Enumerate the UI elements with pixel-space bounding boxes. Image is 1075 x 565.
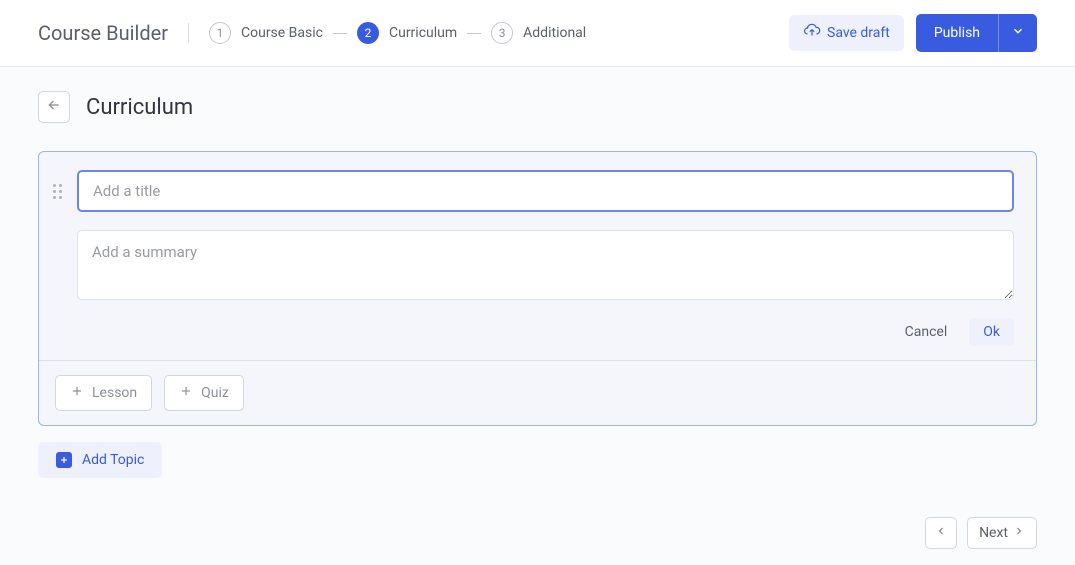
chevron-right-icon [1013, 525, 1025, 541]
step-number: 1 [209, 22, 231, 44]
chevron-left-icon [935, 525, 947, 541]
publish-button[interactable]: Publish [916, 14, 998, 52]
save-draft-button[interactable]: Save draft [789, 15, 904, 51]
add-topic-label: Add Topic [82, 452, 144, 468]
title-row [53, 170, 1014, 212]
step-curriculum[interactable]: 2 Curriculum [357, 22, 457, 44]
plus-icon [70, 384, 84, 402]
plus-icon [179, 384, 193, 402]
header-left: Course Builder 1 Course Basic 2 Curricul… [38, 21, 586, 45]
ok-button[interactable]: Ok [969, 318, 1014, 346]
step-label: Additional [523, 25, 586, 41]
prev-button[interactable] [925, 517, 957, 549]
publish-dropdown-button[interactable] [998, 14, 1037, 52]
topic-edit-section: Cancel Ok [39, 152, 1036, 360]
header: Course Builder 1 Course Basic 2 Curricul… [0, 0, 1075, 67]
save-draft-label: Save draft [827, 25, 890, 41]
topic-summary-textarea[interactable] [77, 230, 1014, 300]
step-course-basic[interactable]: 1 Course Basic [209, 22, 323, 44]
arrow-left-icon [46, 97, 62, 117]
app-title: Course Builder [38, 21, 168, 45]
step-label: Curriculum [389, 25, 457, 41]
page-title: Curriculum [86, 95, 193, 120]
drag-handle-icon[interactable] [53, 180, 67, 202]
page-header: Curriculum [38, 91, 1037, 123]
topic-actions: Lesson Quiz [39, 360, 1036, 425]
topic-card: Cancel Ok Lesson Quiz [38, 151, 1037, 426]
content: Curriculum Cancel Ok Lesson [0, 67, 1075, 502]
stepper: 1 Course Basic 2 Curriculum 3 Additional [209, 22, 586, 44]
plus-square-icon [56, 452, 72, 468]
cloud-icon [803, 23, 821, 43]
add-quiz-button[interactable]: Quiz [164, 375, 244, 411]
edit-actions: Cancel Ok [53, 318, 1014, 346]
lesson-label: Lesson [92, 385, 137, 401]
footer-nav: Next [925, 517, 1037, 549]
next-label: Next [979, 525, 1008, 541]
header-divider [188, 23, 189, 43]
step-number: 3 [491, 22, 513, 44]
add-lesson-button[interactable]: Lesson [55, 375, 152, 411]
step-number: 2 [357, 22, 379, 44]
step-separator [333, 33, 347, 34]
quiz-label: Quiz [201, 385, 229, 401]
next-button[interactable]: Next [967, 517, 1037, 549]
step-separator [467, 33, 481, 34]
back-button[interactable] [38, 91, 70, 123]
add-topic-button[interactable]: Add Topic [38, 442, 162, 478]
header-right: Save draft Publish [789, 14, 1037, 52]
step-label: Course Basic [241, 25, 323, 41]
step-additional[interactable]: 3 Additional [491, 22, 586, 44]
chevron-down-icon [1011, 24, 1025, 42]
cancel-button[interactable]: Cancel [897, 318, 956, 346]
publish-group: Publish [916, 14, 1037, 52]
topic-title-input[interactable] [77, 170, 1014, 212]
